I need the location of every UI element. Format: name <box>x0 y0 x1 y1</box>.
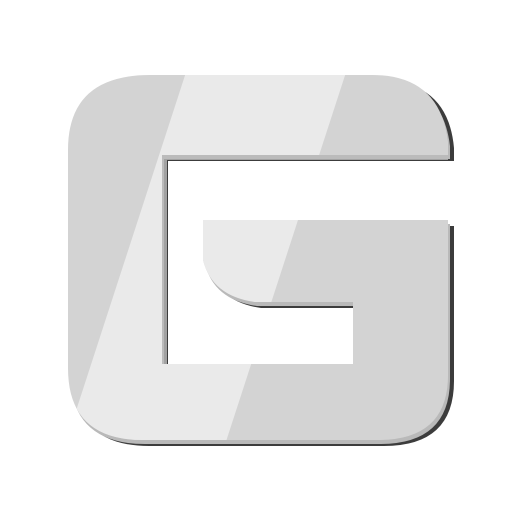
icon-canvas <box>0 0 512 512</box>
g-letter-logo-icon <box>68 75 454 446</box>
